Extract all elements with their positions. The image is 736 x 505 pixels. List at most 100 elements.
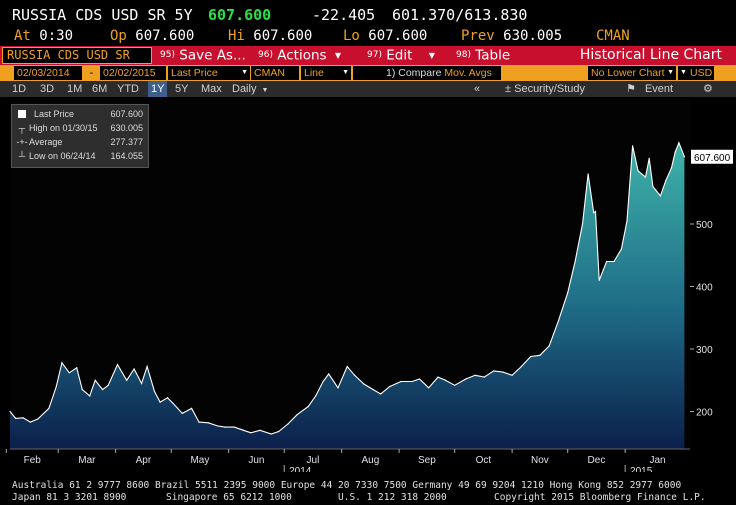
data-point xyxy=(307,405,309,408)
view-title: Historical Line Chart xyxy=(579,47,722,63)
data-point xyxy=(94,379,96,381)
data-point xyxy=(153,390,156,393)
period-6m[interactable]: 6M xyxy=(92,81,107,97)
settings-gear-icon[interactable]: ⚙ xyxy=(703,81,713,97)
data-point xyxy=(346,365,348,368)
data-point xyxy=(598,279,600,281)
save-as-number: 95) xyxy=(160,50,175,60)
legend-last-label: Last Price xyxy=(34,109,75,119)
y-tick-label: 300 xyxy=(696,345,713,356)
y-tick-label: 200 xyxy=(696,408,713,419)
start-date-field[interactable]: 02/03/2014 xyxy=(14,66,82,80)
footer-us: U.S. 1 212 318 2000 xyxy=(338,492,447,503)
data-point xyxy=(270,433,272,435)
low-marker-icon: ┴ xyxy=(18,151,26,161)
data-point xyxy=(581,223,584,225)
period-5y[interactable]: 5Y xyxy=(175,81,188,97)
footer-copyright: Copyright 2015 Bloomberg Finance L.P. xyxy=(494,492,706,503)
data-point xyxy=(337,387,339,389)
bid-value: 601.370 xyxy=(392,6,456,24)
source-field[interactable]: CMAN xyxy=(251,66,299,80)
data-point xyxy=(648,157,650,159)
data-point xyxy=(9,410,11,413)
frequency-value: Daily xyxy=(232,83,257,95)
last-price: 607.600 xyxy=(208,6,272,24)
legend-high-value: 630.005 xyxy=(110,123,143,133)
period-ytd[interactable]: YTD xyxy=(117,81,139,97)
legend-low-label: Low on 06/24/14 xyxy=(29,151,96,161)
footer-contacts: Australia 61 2 9777 8600 Brazil 5511 239… xyxy=(12,480,682,491)
style-dropdown-icon: ▼ xyxy=(342,69,349,76)
data-point xyxy=(287,423,289,425)
data-point xyxy=(372,389,374,391)
data-point xyxy=(278,430,280,433)
end-date-field[interactable]: 02/02/2015 xyxy=(100,66,166,80)
net-change: -22.405 xyxy=(312,6,376,24)
edit-menu[interactable]: 97) Edit ▼ xyxy=(367,46,435,65)
low-value: 607.600 xyxy=(368,28,428,44)
data-point xyxy=(76,367,78,369)
data-point xyxy=(181,412,183,414)
event-button[interactable]: ⚑ Event xyxy=(626,81,673,97)
compare-select[interactable]: 1) Compare Mov. Avgs xyxy=(353,66,501,80)
save-as-button[interactable]: 95) Save As... xyxy=(160,46,246,65)
x-tick-label: Aug xyxy=(361,455,379,466)
lower-chart-dropdown-icon: ▼ xyxy=(667,69,674,76)
checkbox-icon[interactable] xyxy=(16,108,28,121)
period-bar: 1D 3D 1M 6M YTD 1Y 5Y Max Daily ▼ « ± Se… xyxy=(0,81,736,97)
data-point xyxy=(626,220,628,222)
security-study-button[interactable]: ± Security/Study xyxy=(505,81,585,97)
data-point xyxy=(198,421,200,423)
actions-caret-icon: ▼ xyxy=(334,51,342,60)
prev-label: Prev xyxy=(461,28,495,44)
data-point xyxy=(474,374,476,376)
data-point xyxy=(159,401,161,403)
data-point xyxy=(233,426,235,428)
edit-caret-icon: ▼ xyxy=(428,51,435,60)
x-tick-label: Sep xyxy=(418,455,436,466)
flag-icon: ⚑ xyxy=(626,83,636,95)
actions-menu[interactable]: 96) Actions ▼ xyxy=(258,46,341,65)
high-marker-icon: ┬ xyxy=(18,123,26,133)
open-value: 607.600 xyxy=(135,28,195,44)
period-1y[interactable]: 1Y xyxy=(148,81,168,97)
period-max[interactable]: Max xyxy=(201,81,222,97)
security-field[interactable]: RUSSIA CDS USD SR xyxy=(2,47,152,64)
average-marker-icon: -+- xyxy=(16,137,28,147)
data-point xyxy=(116,364,119,366)
collapse-icon[interactable]: « xyxy=(474,81,480,97)
data-point xyxy=(593,212,595,214)
period-1d[interactable]: 1D xyxy=(12,81,26,97)
period-3d[interactable]: 3D xyxy=(40,81,54,97)
style-select[interactable]: Line ▼ xyxy=(301,66,351,80)
currency-select[interactable]: ▼ USD xyxy=(678,66,714,80)
data-point xyxy=(172,402,174,404)
open-price: Op 607.600 xyxy=(110,27,194,45)
data-point xyxy=(683,156,686,158)
actions-label: Actions xyxy=(277,47,327,64)
data-point xyxy=(363,383,365,385)
frequency-select[interactable]: Daily ▼ xyxy=(232,81,268,97)
table-button[interactable]: 98) Table xyxy=(456,46,510,65)
lower-chart-select[interactable]: No Lower Chart ▼ xyxy=(588,66,676,80)
data-point xyxy=(418,378,421,380)
x-tick-label: Nov xyxy=(531,455,549,466)
data-point xyxy=(68,372,70,374)
x-tick-label: Feb xyxy=(24,455,42,466)
data-point xyxy=(126,379,128,381)
data-point xyxy=(133,368,135,370)
prev-price: Prev 630.005 xyxy=(461,27,562,45)
data-point xyxy=(606,260,608,263)
data-point xyxy=(594,210,597,213)
footer-japan: Japan 81 3 3201 8900 xyxy=(12,492,127,503)
data-point xyxy=(483,376,485,378)
ask-value: 613.830 xyxy=(464,6,528,24)
data-point xyxy=(400,380,402,383)
edit-number: 97) xyxy=(367,50,382,60)
data-point xyxy=(454,384,456,386)
table-number: 98) xyxy=(456,50,471,60)
period-1m[interactable]: 1M xyxy=(67,81,82,97)
y-tick-label: 400 xyxy=(696,283,713,294)
legend-last-price[interactable]: Last Price 607.600 xyxy=(12,108,148,120)
field-select[interactable]: Last Price ▼ xyxy=(168,66,250,80)
